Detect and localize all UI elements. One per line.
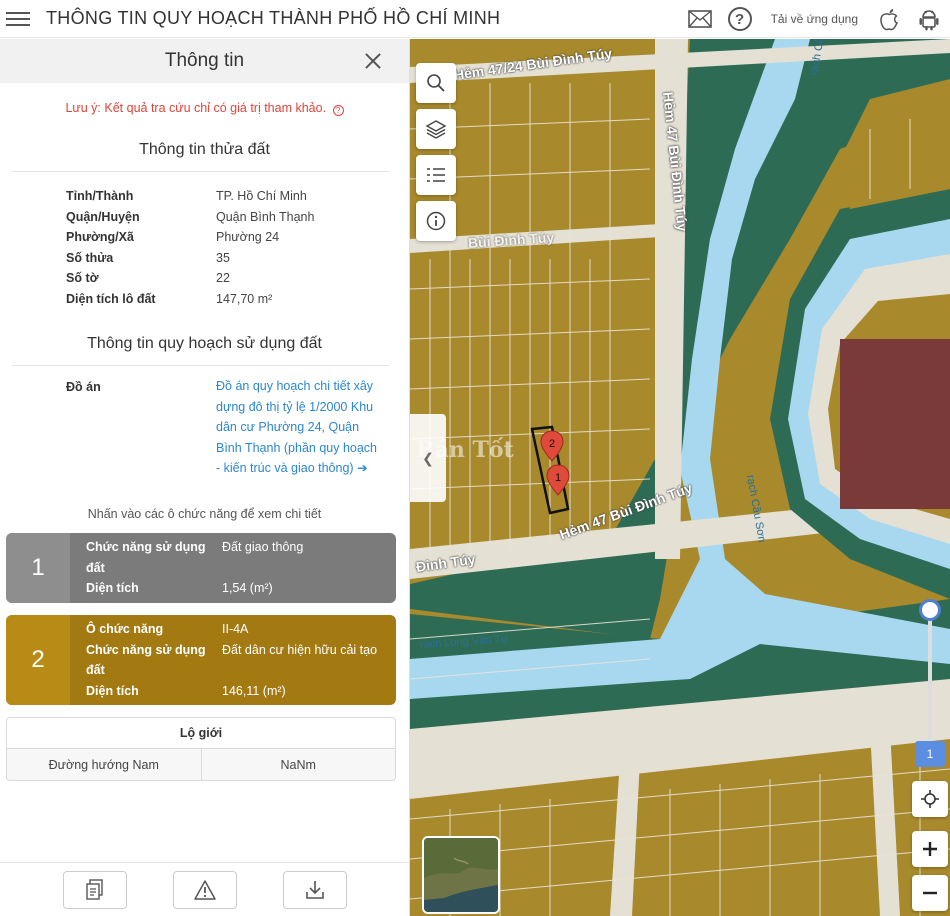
map-controls xyxy=(416,63,456,241)
info-row-province: Tỉnh/Thành TP. Hồ Chí Minh xyxy=(66,189,307,204)
info-row-sheet-number: Số tờ 22 xyxy=(66,271,230,286)
info-row-district: Quận/Huyện Quận Bình Thạnh xyxy=(66,209,315,224)
arrow-right-icon: ➔ xyxy=(357,461,368,475)
lo-gioi-table: Lộ giới Đường hướng Nam NaNm xyxy=(6,717,396,781)
opacity-slider-track[interactable] xyxy=(928,609,932,739)
collapse-panel-button[interactable]: ❮ xyxy=(410,414,446,502)
marker-pin-2[interactable]: 2 xyxy=(540,430,564,462)
plan-project-label: Đồ án xyxy=(66,380,101,394)
disclaimer-text: Lưu ý: Kết quả tra cứu chỉ có giá trị th… xyxy=(65,101,327,115)
marker-label: 2 xyxy=(549,438,555,450)
map-view[interactable]: 2 1 Hẻm 47/24 Bùi Đình Túy Hẻm 47 Bùi Đì… xyxy=(410,39,950,916)
hamburger-menu-icon[interactable] xyxy=(6,9,32,29)
right-map-controls: 1 xyxy=(912,599,948,916)
zoom-out-button[interactable] xyxy=(912,875,948,911)
function-body: Ô chức năng II-4A Chức năng sử dụng đất Đấ… xyxy=(70,615,396,705)
mail-icon[interactable] xyxy=(687,6,713,32)
android-icon[interactable] xyxy=(916,6,942,32)
layers-button[interactable] xyxy=(416,109,456,149)
lo-gioi-title: Lộ giới xyxy=(7,718,395,749)
plus-icon xyxy=(923,842,937,856)
panel-header: Thông tin xyxy=(0,39,409,83)
satellite-thumbnail xyxy=(424,838,498,912)
search-button[interactable] xyxy=(416,63,456,103)
parcel-info-table: Tỉnh/Thành TP. Hồ Chí Minh Quận/Huyện Quận… xyxy=(66,186,409,309)
opacity-slider-handle[interactable] xyxy=(919,599,941,621)
zoom-in-button[interactable] xyxy=(912,831,948,867)
document-icon xyxy=(86,878,103,900)
download-button[interactable] xyxy=(283,870,347,909)
function-hint: Nhấn vào các ô chức năng để xem chi tiết xyxy=(87,506,322,521)
info-panel: Thông tin Lưu ý: Kết quả tra cứu chỉ có … xyxy=(0,39,410,916)
help-icon: ? xyxy=(727,7,752,31)
function-card-1[interactable]: 1 Chức năng sử dụng đất Đất giao thông Di… xyxy=(6,533,396,603)
question-icon[interactable]: ? xyxy=(332,105,344,116)
opacity-value-badge: 1 xyxy=(915,741,945,767)
marker-label: 1 xyxy=(555,472,561,484)
function-card-2[interactable]: 2 Ô chức năng II-4A Chức năng sử dụng đất… xyxy=(6,615,396,705)
warning-icon xyxy=(194,879,216,900)
function-body: Chức năng sử dụng đất Đất giao thông Diện… xyxy=(70,533,396,603)
panel-title: Thông tin xyxy=(164,50,245,71)
info-row-area: Diện tích lô đất 147,70 m² xyxy=(66,291,273,306)
layers-icon xyxy=(425,120,447,139)
disclaimer-note: Lưu ý: Kết quả tra cứu chỉ có giá trị th… xyxy=(0,101,409,116)
lo-gioi-value: NaNm xyxy=(280,758,316,772)
top-bar: THÔNG TIN QUY HOẠCH THÀNH PHỐ HỒ CHÍ MIN… xyxy=(0,0,950,38)
plan-project-link[interactable]: Đồ án quy hoạch chi tiết xây dựng đô thị… xyxy=(216,376,384,479)
download-app-label[interactable]: Tải về ứng dụng xyxy=(771,12,858,26)
info-button[interactable] xyxy=(416,201,456,241)
minus-icon xyxy=(923,891,937,895)
help-button[interactable]: ? xyxy=(727,6,753,32)
report-button[interactable] xyxy=(173,870,237,909)
function-row: Chức năng sử dụng đất Đất giao thông xyxy=(86,540,304,575)
search-icon xyxy=(427,74,445,92)
top-right-actions: ? Tải về ứng dụng xyxy=(687,0,942,38)
function-number: 2 xyxy=(6,615,70,705)
function-row: Diện tích 146,11 (m²) xyxy=(86,683,286,698)
list-icon xyxy=(427,168,445,182)
function-row: Ô chức năng II-4A xyxy=(86,622,249,636)
info-row-ward: Phường/Xã Phường 24 xyxy=(66,230,280,245)
plan-project-row: Đồ án Đồ án quy hoạch chi tiết xây dựng … xyxy=(66,379,409,479)
app-title: THÔNG TIN QUY HOẠCH THÀNH PHỐ HỒ CHÍ MIN… xyxy=(46,8,501,28)
panel-footer xyxy=(0,862,410,916)
lo-gioi-direction: Đường hướng Nam xyxy=(7,749,202,780)
close-icon[interactable] xyxy=(363,51,383,71)
satellite-minimap[interactable] xyxy=(422,836,500,914)
info-row-parcel-number: Số thửa 35 xyxy=(66,250,230,265)
function-row: Chức năng sử dụng đất Đất dân cư hiện hữu… xyxy=(86,642,378,678)
info-icon xyxy=(426,211,446,231)
lo-gioi-row: Đường hướng Nam NaNm xyxy=(7,749,395,780)
parcel-section-title: Thông tin thửa đất xyxy=(139,141,270,158)
apple-icon[interactable] xyxy=(876,6,902,32)
legend-button[interactable] xyxy=(416,155,456,195)
document-button[interactable] xyxy=(63,870,127,909)
crosshair-icon xyxy=(921,790,939,808)
function-row: Diện tích 1,54 (m²) xyxy=(86,581,273,595)
chevron-left-icon: ❮ xyxy=(422,449,434,466)
plan-section-title: Thông tin quy hoạch sử dụng đất xyxy=(87,335,322,352)
download-icon xyxy=(306,880,324,899)
divider xyxy=(12,365,389,366)
divider xyxy=(12,171,389,172)
locate-button[interactable] xyxy=(912,781,948,817)
function-number: 1 xyxy=(6,533,70,603)
